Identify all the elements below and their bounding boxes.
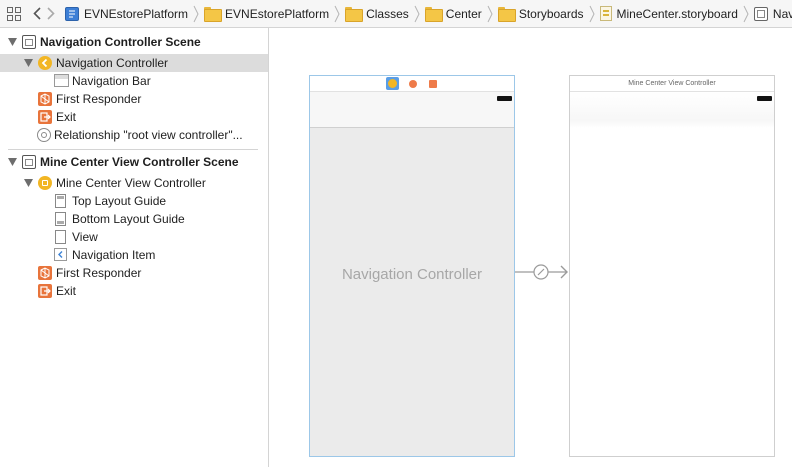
- outline-item-label: Navigation Item: [72, 248, 156, 262]
- breadcrumb-label: Storyboards: [518, 6, 584, 21]
- chevron-right-icon: [193, 0, 199, 27]
- navigation-bar-icon: [54, 74, 69, 87]
- breadcrumb-label: EVNEstorePlatform: [84, 6, 189, 21]
- outline-item-label: Bottom Layout Guide: [72, 212, 185, 226]
- breadcrumb-project[interactable]: EVNEstorePlatform: [63, 0, 190, 27]
- breadcrumb-label: Navigati: [772, 6, 792, 21]
- outline-item-label: Navigation Controller: [56, 56, 169, 70]
- disclosure-triangle-icon[interactable]: [23, 58, 33, 68]
- first-responder-icon: [38, 92, 52, 106]
- outline-item-exit[interactable]: Exit: [0, 282, 268, 300]
- outline-item-label: Relationship "root view controller"...: [54, 128, 243, 142]
- scene-header-navigation-controller[interactable]: Navigation Controller Scene: [0, 33, 268, 51]
- scene-divider: [8, 149, 258, 150]
- breadcrumb-label: MineCenter.storyboard: [616, 6, 738, 21]
- forward-arrow-icon[interactable]: [47, 6, 55, 22]
- scene-title: Mine Center View Controller Scene: [40, 155, 239, 169]
- view-icon: [55, 230, 66, 244]
- chevron-right-icon: [334, 0, 340, 27]
- breadcrumb-label: Center: [445, 6, 482, 21]
- scene-title: Navigation Controller Scene: [40, 35, 201, 49]
- scene-dock: [310, 76, 514, 92]
- battery-icon: [757, 96, 772, 101]
- outline-item-label: Exit: [56, 284, 77, 298]
- relationship-segue[interactable]: [515, 264, 571, 283]
- outline-item-label: First Responder: [56, 266, 142, 280]
- storyboard-file-icon: [599, 6, 612, 21]
- exit-icon[interactable]: [429, 80, 437, 88]
- navigation-controller-icon: [38, 56, 52, 70]
- outline-item-mine-center-view-controller[interactable]: Mine Center View Controller: [0, 174, 268, 192]
- chevron-right-icon: [414, 0, 420, 27]
- outline-item-navigation-item[interactable]: Navigation Item: [0, 246, 268, 264]
- navigation-controller-scene[interactable]: Navigation Controller: [309, 75, 515, 457]
- folder-icon: [424, 7, 443, 22]
- chevron-right-icon: [487, 0, 493, 27]
- outline-item-exit[interactable]: Exit: [0, 108, 268, 126]
- breadcrumb-label: EVNEstorePlatform: [225, 6, 330, 21]
- navigation-item-icon: [54, 248, 67, 261]
- scene-icon: [753, 6, 768, 21]
- chevron-right-icon: [589, 0, 595, 27]
- folder-icon: [204, 7, 223, 22]
- xcode-project-icon: [65, 6, 79, 21]
- outline-item-label: View: [72, 230, 98, 244]
- layout-guide-icon: [55, 194, 66, 208]
- outline-item-label: Top Layout Guide: [72, 194, 167, 208]
- storyboard-canvas[interactable]: Navigation Controller Mine Center View C…: [270, 28, 792, 467]
- document-outline: Navigation Controller Scene Navigation C…: [0, 28, 269, 467]
- disclosure-triangle-icon[interactable]: [7, 157, 17, 167]
- chevron-right-icon: [743, 0, 749, 27]
- related-items-grid-icon[interactable]: [7, 6, 21, 21]
- scene-icon: [22, 35, 36, 49]
- outline-item-view[interactable]: View: [0, 228, 268, 246]
- first-responder-icon: [38, 266, 52, 280]
- outline-item-label: Mine Center View Controller: [56, 176, 206, 190]
- exit-icon: [38, 110, 52, 124]
- breadcrumb-group-center[interactable]: Center: [423, 0, 484, 27]
- navigation-controller-title: Navigation Controller: [341, 266, 483, 283]
- disclosure-triangle-icon[interactable]: [7, 37, 17, 47]
- first-responder-icon[interactable]: [409, 80, 417, 88]
- mine-center-view-controller-scene[interactable]: Mine Center View Controller: [569, 75, 775, 457]
- outline-item-first-responder[interactable]: First Responder: [0, 264, 268, 282]
- outline-item-top-layout-guide[interactable]: Top Layout Guide: [0, 192, 268, 210]
- relationship-segue-icon: [37, 128, 51, 142]
- battery-icon: [497, 96, 512, 101]
- breadcrumb-group-storyboards[interactable]: Storyboards: [496, 0, 586, 27]
- breadcrumb-scene[interactable]: Navigati: [752, 0, 792, 27]
- scene-title: Mine Center View Controller: [570, 76, 774, 92]
- breadcrumb-file[interactable]: MineCenter.storyboard: [598, 0, 740, 27]
- breadcrumb-label: Classes: [366, 6, 409, 21]
- folder-icon: [345, 7, 364, 22]
- layout-guide-icon: [55, 212, 66, 226]
- scene-icon: [22, 155, 36, 169]
- outline-item-label: Navigation Bar: [72, 74, 151, 88]
- outline-item-bottom-layout-guide[interactable]: Bottom Layout Guide: [0, 210, 268, 228]
- scene-header-mine-center[interactable]: Mine Center View Controller Scene: [0, 153, 268, 171]
- outline-item-navigation-bar[interactable]: Navigation Bar: [0, 72, 268, 90]
- jump-bar: EVNEstorePlatform EVNEstorePlatform Clas…: [0, 0, 792, 28]
- breadcrumb-group-classes[interactable]: Classes: [343, 0, 411, 27]
- folder-icon: [497, 7, 516, 22]
- outline-item-label: Exit: [56, 110, 77, 124]
- outline-item-navigation-controller[interactable]: Navigation Controller: [0, 54, 268, 72]
- breadcrumb-group-platform[interactable]: EVNEstorePlatform: [202, 0, 331, 27]
- outline-item-label: First Responder: [56, 92, 142, 106]
- outline-item-relationship[interactable]: Relationship "root view controller"...: [0, 126, 268, 144]
- view-controller-icon: [38, 176, 52, 190]
- navigation-bar[interactable]: [310, 92, 514, 128]
- disclosure-triangle-icon[interactable]: [23, 178, 33, 188]
- back-arrow-icon[interactable]: [33, 6, 41, 22]
- exit-icon: [38, 284, 52, 298]
- outline-item-first-responder[interactable]: First Responder: [0, 90, 268, 108]
- navigation-controller-icon[interactable]: [386, 77, 399, 90]
- navigation-bar[interactable]: [570, 92, 774, 128]
